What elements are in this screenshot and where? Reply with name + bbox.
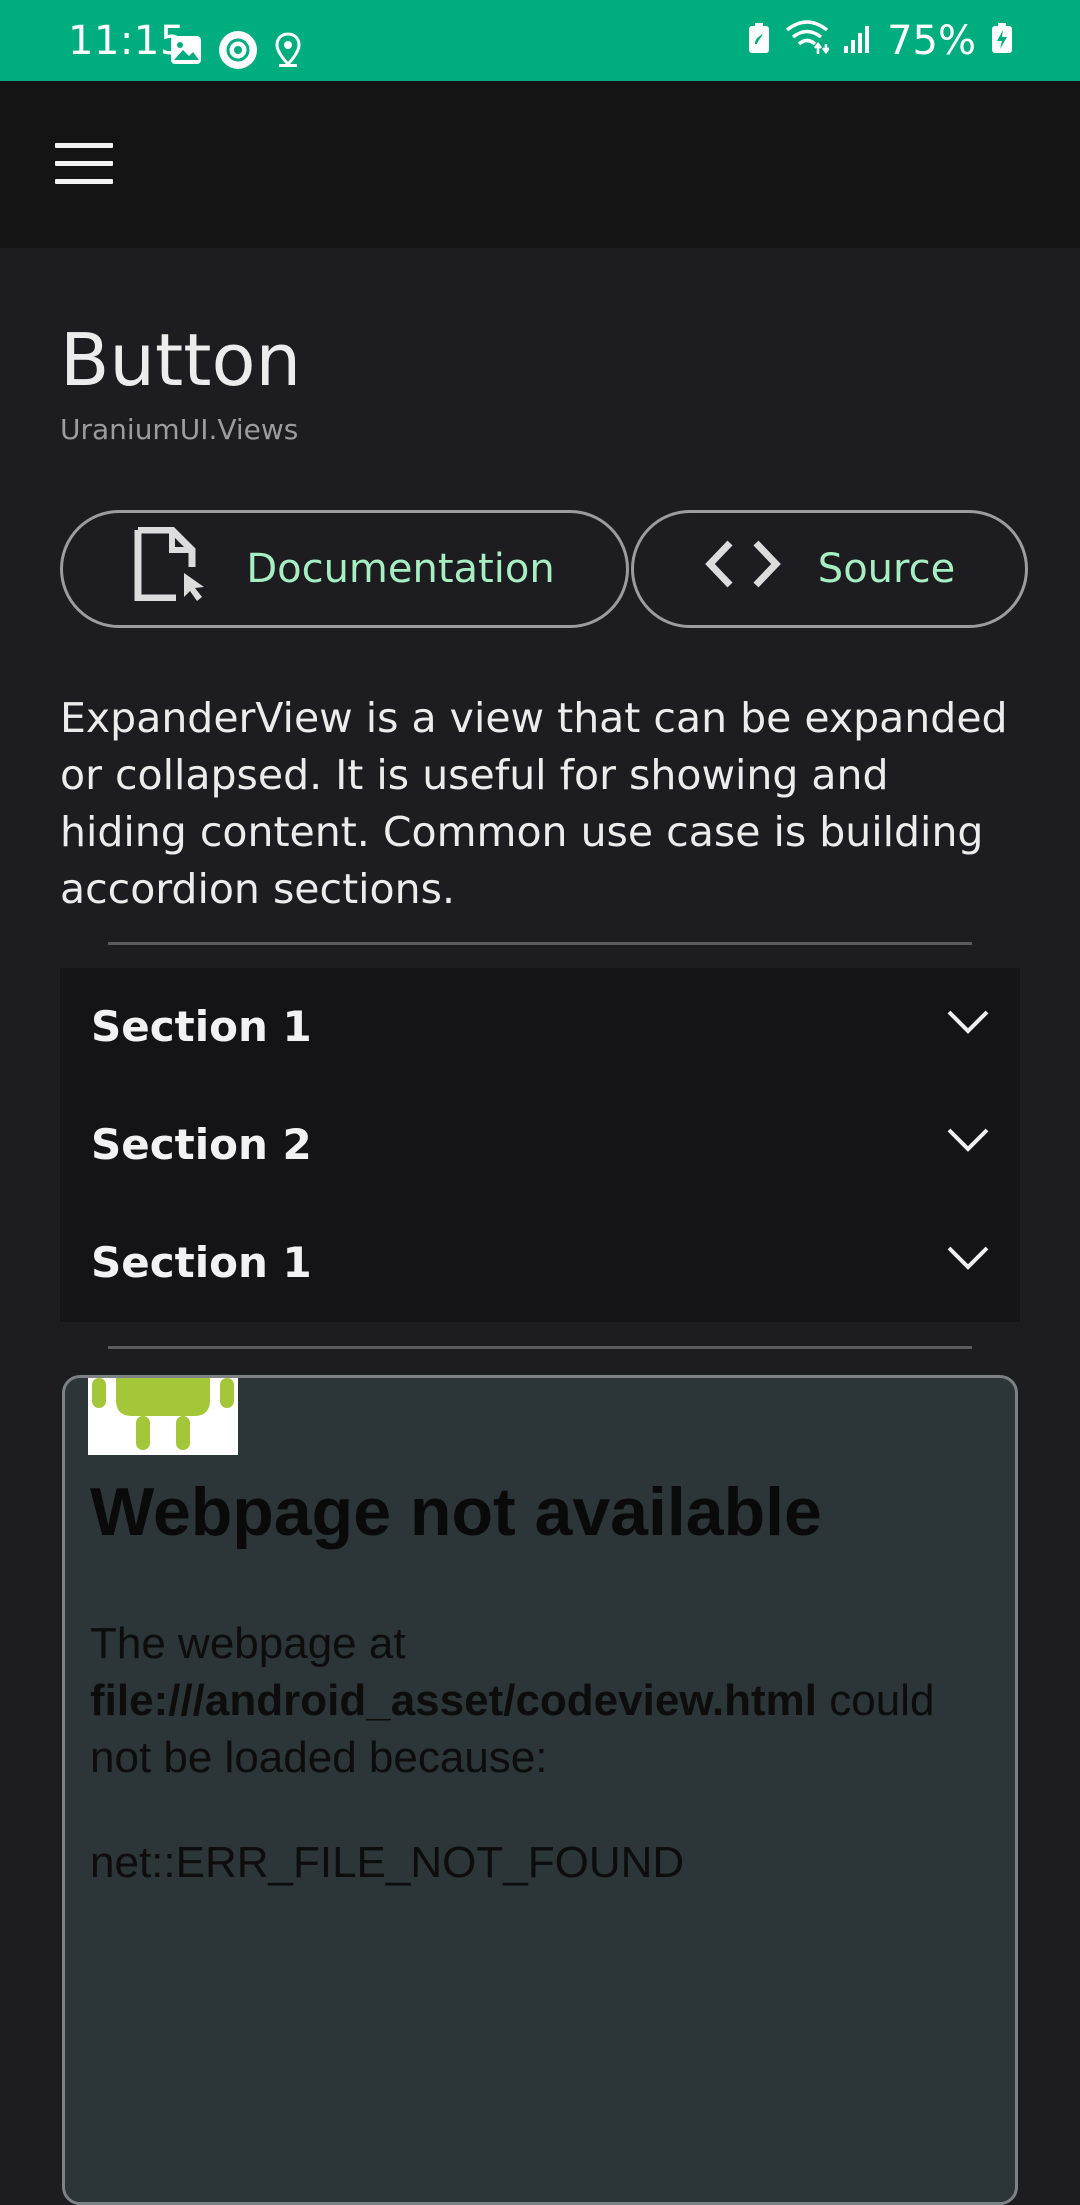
battery-saver-icon <box>747 18 771 64</box>
expander-section-3[interactable]: Section 1 <box>60 1204 1020 1322</box>
image-icon <box>170 35 202 69</box>
app-bar <box>0 81 1080 248</box>
section-label: Section 1 <box>91 1238 312 1287</box>
status-time: 11:15 <box>68 18 186 64</box>
page-title: Button <box>60 318 302 402</box>
error-heading: Webpage not available <box>90 1474 822 1550</box>
document-cursor-icon <box>134 526 210 611</box>
battery-percent: 75% <box>887 18 976 64</box>
wifi-icon <box>785 18 831 64</box>
description-text: ExpanderView is a view that can be expan… <box>60 694 1008 913</box>
divider <box>108 942 972 945</box>
signal-icon <box>843 18 873 64</box>
chevron-down-icon <box>946 1126 990 1158</box>
status-right: 75% <box>747 18 1014 64</box>
divider <box>108 1346 972 1349</box>
status-left-icons <box>170 30 302 74</box>
source-label: Source <box>817 546 956 592</box>
error-text-before: The webpage at <box>90 1619 406 1668</box>
expander-section-1[interactable]: Section 1 <box>60 968 1020 1086</box>
expander-view: Section 1 Section 2 Section 1 <box>60 968 1020 1322</box>
battery-charging-icon <box>990 18 1014 64</box>
hamburger-menu-icon[interactable] <box>55 143 113 187</box>
chevron-down-icon <box>946 1008 990 1040</box>
status-bar: 11:15 75% <box>0 0 1080 81</box>
code-webview[interactable]: Webpage not available The webpage at fil… <box>62 1375 1018 2205</box>
expander-section-2[interactable]: Section 2 <box>60 1086 1020 1204</box>
error-url: file:///android_asset/codeview.html <box>90 1676 818 1725</box>
android-robot-icon <box>88 1378 238 1455</box>
chevron-down-icon <box>946 1244 990 1276</box>
documentation-button[interactable]: Documentation <box>60 510 629 628</box>
error-message: The webpage at file:///android_asset/cod… <box>90 1615 990 1786</box>
documentation-label: Documentation <box>246 546 555 592</box>
section-label: Section 2 <box>91 1120 312 1169</box>
page-subtitle: UraniumUI.Views <box>60 413 299 446</box>
section-label: Section 1 <box>91 1002 312 1051</box>
source-button[interactable]: Source <box>631 510 1028 628</box>
code-brackets-icon <box>704 539 782 599</box>
error-code: net::ERR_FILE_NOT_FOUND <box>90 1838 685 1887</box>
recording-icon <box>218 30 258 74</box>
location-icon <box>274 32 302 72</box>
